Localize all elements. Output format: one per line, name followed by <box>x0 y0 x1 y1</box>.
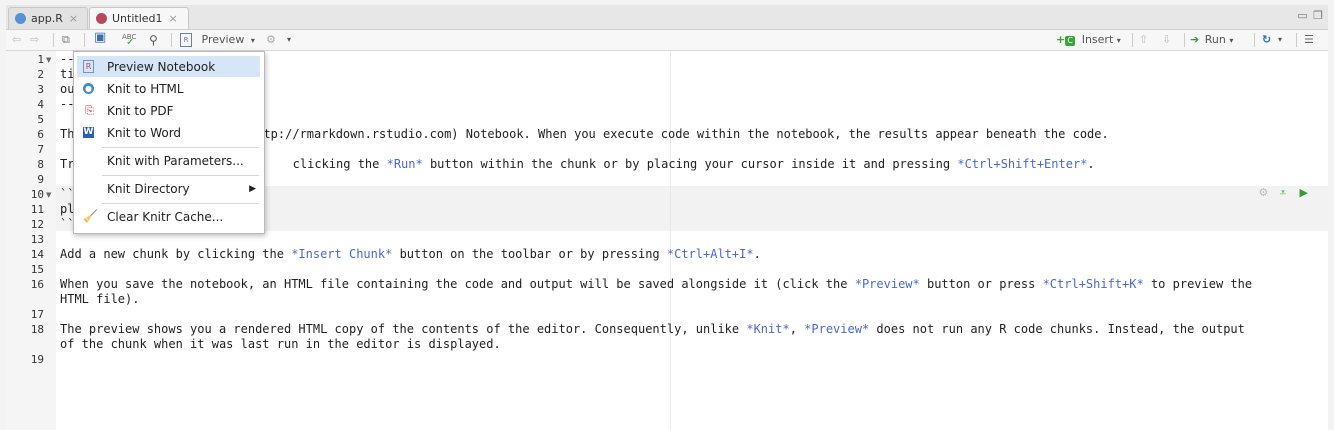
r-file-icon <box>15 13 26 24</box>
insert-button[interactable]: + C Insert ▾ <box>1056 32 1121 48</box>
notebook-icon: R <box>83 60 94 73</box>
chevron-down-icon[interactable]: ▾ <box>287 32 291 48</box>
menu-item-knit-with-parameters[interactable]: Knit with Parameters... <box>77 150 260 171</box>
code-line: The preview shows you a rendered HTML co… <box>60 322 1245 336</box>
fold-icon[interactable]: ▼ <box>46 56 51 64</box>
forward-arrow-icon[interactable]: ⇨ <box>30 32 39 48</box>
line-number: 11 <box>30 203 44 216</box>
run-arrow-icon: ➔ <box>1190 33 1200 46</box>
line-number: 8 <box>37 158 44 171</box>
go-up-icon[interactable]: ⇧ <box>1139 32 1148 48</box>
gear-icon[interactable]: ⚙ <box>266 32 276 48</box>
line-number: 16 <box>30 278 44 291</box>
menu-separator <box>102 203 259 204</box>
editor-toolbar: ⇦ ⇨ ⧉ ▣ ABC ✓ ⚲ R Preview ▾ ⚙ ▾ + C Inser… <box>6 30 1328 51</box>
word-icon: W <box>83 127 94 138</box>
line-number: 12 <box>30 218 44 231</box>
line-number: 7 <box>37 143 44 156</box>
save-icon[interactable]: ▣ <box>94 30 106 46</box>
insert-label: Insert <box>1081 33 1114 46</box>
menu-item-knit-word[interactable]: W Knit to Word <box>77 122 260 143</box>
preview-label: Preview <box>201 33 245 46</box>
maximize-icon[interactable]: ❐ <box>1313 9 1324 22</box>
menu-item-clear-knitr-cache[interactable]: 🧹 Clear Knitr Cache... <box>77 206 260 227</box>
chunk-actions: ⚙ ⩡ ▶ <box>1258 186 1308 200</box>
line-number: 17 <box>30 308 44 321</box>
pdf-icon: ⎘ <box>85 104 94 117</box>
line-number: 5 <box>37 113 44 126</box>
menu-item-preview-notebook[interactable]: R Preview Notebook <box>77 56 260 77</box>
line-number: 1 <box>37 53 44 66</box>
line-number: 6 <box>37 128 44 141</box>
run-chunk-icon[interactable]: ▶ <box>1300 186 1308 199</box>
line-number: 4 <box>37 98 44 111</box>
close-icon[interactable]: × <box>69 12 78 25</box>
tab-label: app.R <box>31 12 63 25</box>
menu-item-knit-directory[interactable]: Knit Directory ▶ <box>77 178 260 199</box>
line-number: 3 <box>37 83 44 96</box>
print-margin <box>670 51 671 430</box>
chevron-down-icon: ▾ <box>1116 36 1121 45</box>
rerun-icon[interactable]: ↻ <box>1262 32 1271 48</box>
window-controls: ▭ ❐ <box>1297 9 1324 22</box>
back-arrow-icon[interactable]: ⇦ <box>12 32 21 48</box>
chevron-down-icon: ▾ <box>250 36 255 45</box>
line-number: 14 <box>30 248 44 261</box>
line-number: 15 <box>30 263 44 276</box>
globe-icon: ● <box>83 83 94 94</box>
tab-bar: app.R × Untitled1 × <box>6 5 1328 30</box>
line-number: 9 <box>37 173 44 186</box>
tab-untitled1[interactable]: Untitled1 × <box>89 7 189 29</box>
c-chunk-icon: C <box>1065 36 1076 46</box>
outline-icon[interactable]: ☰ <box>1304 32 1314 48</box>
chevron-down-icon[interactable]: ▾ <box>1278 32 1282 48</box>
check-icon: ✓ <box>126 37 135 48</box>
broom-icon: 🧹 <box>83 209 98 223</box>
menu-separator <box>102 175 259 176</box>
rmarkdown-doc-icon: R <box>180 33 192 47</box>
rmarkdown-file-icon <box>96 13 107 24</box>
tab-label: Untitled1 <box>112 12 163 25</box>
tab-app-r[interactable]: app.R × <box>8 7 88 29</box>
menu-item-knit-pdf[interactable]: ⎘ Knit to PDF <box>77 100 260 121</box>
code-line: When you save the notebook, an HTML file… <box>60 277 1253 291</box>
chunk-options-gear-icon[interactable]: ⚙ <box>1258 186 1268 199</box>
line-number: 13 <box>30 233 44 246</box>
menu-separator <box>102 147 259 148</box>
chevron-down-icon: ▾ <box>1229 36 1234 45</box>
fold-icon[interactable]: ▼ <box>46 191 51 199</box>
run-label: Run <box>1204 33 1226 46</box>
submenu-arrow-icon: ▶ <box>249 183 256 194</box>
line-number: 10 <box>30 188 44 201</box>
minimize-icon[interactable]: ▭ <box>1297 9 1308 22</box>
go-down-icon[interactable]: ⇩ <box>1162 32 1171 48</box>
close-icon[interactable]: × <box>169 12 178 25</box>
run-previous-chunks-icon[interactable]: ⩡ <box>1280 186 1286 199</box>
code-line: HTML file). <box>60 292 140 306</box>
run-button[interactable]: ➔ Run ▾ <box>1190 32 1233 48</box>
show-in-window-icon[interactable]: ⧉ <box>62 32 70 48</box>
search-icon[interactable]: ⚲ <box>149 32 158 48</box>
code-line: of the chunk when it was last run in the… <box>60 337 501 351</box>
line-number: 19 <box>30 353 44 366</box>
code-line: Add a new chunk by clicking the *Insert … <box>60 247 761 261</box>
preview-dropdown-menu: R Preview Notebook ● Knit to HTML ⎘ Knit… <box>73 51 265 234</box>
insert-chunk-icon: + <box>1056 33 1066 46</box>
line-number: 18 <box>30 323 44 336</box>
menu-item-knit-html[interactable]: ● Knit to HTML <box>77 78 260 99</box>
line-number: 2 <box>37 68 44 81</box>
preview-button[interactable]: R Preview ▾ <box>180 32 255 48</box>
